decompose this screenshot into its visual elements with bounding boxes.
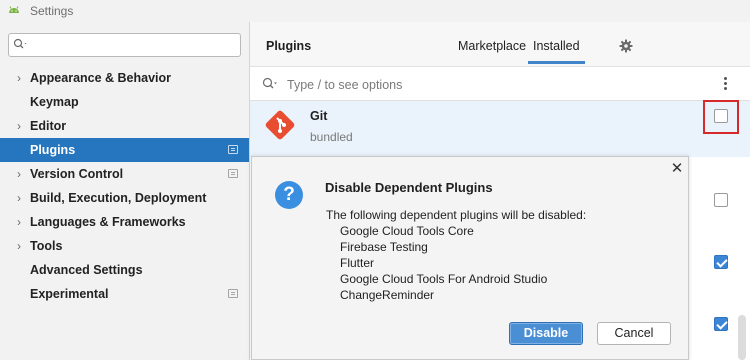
plugin-enable-checkbox[interactable] bbox=[714, 255, 728, 269]
plugin-name: Git bbox=[310, 109, 328, 123]
sidebar-item-tools[interactable]: › Tools bbox=[0, 234, 249, 258]
active-tab-indicator bbox=[528, 61, 585, 64]
sidebar-item-build-execution-deployment[interactable]: › Build, Execution, Deployment bbox=[0, 186, 249, 210]
page-title: Plugins bbox=[266, 39, 312, 53]
plugin-enable-checkbox[interactable] bbox=[714, 193, 728, 207]
disable-dependent-plugins-dialog: ✕ ? Disable Dependent Plugins The follow… bbox=[251, 156, 689, 360]
chevron-right-icon[interactable]: › bbox=[14, 119, 24, 133]
search-icon bbox=[262, 77, 278, 93]
project-settings-icon bbox=[228, 145, 238, 154]
gear-icon[interactable] bbox=[619, 39, 633, 53]
sidebar-item-version-control[interactable]: › Version Control bbox=[0, 162, 249, 186]
sidebar-item-experimental[interactable]: Experimental bbox=[0, 282, 249, 306]
tab-marketplace[interactable]: Marketplace bbox=[458, 39, 526, 53]
sidebar-item-label: Appearance & Behavior bbox=[30, 71, 172, 85]
sidebar-item-label: Version Control bbox=[30, 167, 124, 181]
highlight-box bbox=[703, 100, 739, 134]
plugin-search-placeholder[interactable]: Type / to see options bbox=[287, 78, 402, 92]
window-title: Settings bbox=[30, 4, 74, 18]
close-icon[interactable]: ✕ bbox=[670, 161, 684, 176]
sidebar-item-label: Plugins bbox=[30, 143, 76, 157]
search-icon bbox=[13, 38, 29, 53]
plugin-enable-checkbox[interactable] bbox=[714, 317, 728, 331]
sidebar-item-appearance-behavior[interactable]: › Appearance & Behavior bbox=[0, 66, 249, 90]
list-item: Firebase Testing bbox=[340, 240, 428, 254]
git-logo-icon bbox=[264, 109, 296, 141]
sidebar-item-label: Experimental bbox=[30, 287, 109, 301]
project-settings-icon bbox=[228, 169, 238, 178]
chevron-right-icon[interactable]: › bbox=[14, 71, 24, 85]
sidebar-item-editor[interactable]: › Editor bbox=[0, 114, 249, 138]
chevron-right-icon[interactable]: › bbox=[14, 239, 24, 253]
chevron-right-icon[interactable]: › bbox=[14, 167, 24, 181]
scrollbar-thumb[interactable] bbox=[738, 315, 746, 360]
list-item: ChangeReminder bbox=[340, 288, 435, 302]
project-settings-icon bbox=[228, 289, 238, 298]
settings-nav: › Appearance & Behavior Keymap › Editor … bbox=[0, 66, 249, 306]
dialog-title: Disable Dependent Plugins bbox=[325, 180, 493, 195]
sidebar-item-label: Tools bbox=[30, 239, 63, 253]
list-item: Google Cloud Tools For Android Studio bbox=[340, 272, 548, 286]
sidebar-item-languages-frameworks[interactable]: › Languages & Frameworks bbox=[0, 210, 249, 234]
chevron-right-icon[interactable]: › bbox=[14, 191, 24, 205]
sidebar-item-label: Build, Execution, Deployment bbox=[30, 191, 207, 205]
list-item: Google Cloud Tools Core bbox=[340, 224, 474, 238]
sidebar-item-keymap[interactable]: Keymap bbox=[0, 90, 249, 114]
sidebar-item-label: Languages & Frameworks bbox=[30, 215, 186, 229]
question-icon: ? bbox=[275, 181, 303, 209]
dependent-plugin-list: Google Cloud Tools Core Firebase Testing… bbox=[340, 223, 547, 303]
dialog-message: The following dependent plugins will be … bbox=[326, 208, 587, 222]
sidebar-item-label: Keymap bbox=[30, 95, 79, 109]
title-bar: Settings bbox=[0, 0, 750, 22]
sidebar-item-plugins[interactable]: Plugins bbox=[0, 138, 249, 162]
plugin-search-bar[interactable]: Type / to see options bbox=[250, 66, 750, 101]
settings-sidebar: › Appearance & Behavior Keymap › Editor … bbox=[0, 22, 250, 360]
sidebar-item-label: Advanced Settings bbox=[30, 263, 143, 277]
list-item: Flutter bbox=[340, 256, 375, 270]
tab-installed[interactable]: Installed bbox=[533, 39, 580, 53]
settings-search-input[interactable] bbox=[33, 38, 240, 52]
sidebar-item-label: Editor bbox=[30, 119, 67, 133]
plugin-subtitle: bundled bbox=[310, 130, 353, 144]
disable-button[interactable]: Disable bbox=[509, 322, 583, 345]
settings-search-field[interactable] bbox=[8, 33, 241, 57]
chevron-right-icon[interactable]: › bbox=[14, 215, 24, 229]
plugin-row-git[interactable]: Git bundled bbox=[250, 100, 750, 157]
more-options-icon[interactable] bbox=[724, 77, 728, 92]
android-icon bbox=[6, 3, 22, 19]
cancel-button[interactable]: Cancel bbox=[597, 322, 671, 345]
sidebar-item-advanced-settings[interactable]: Advanced Settings bbox=[0, 258, 249, 282]
